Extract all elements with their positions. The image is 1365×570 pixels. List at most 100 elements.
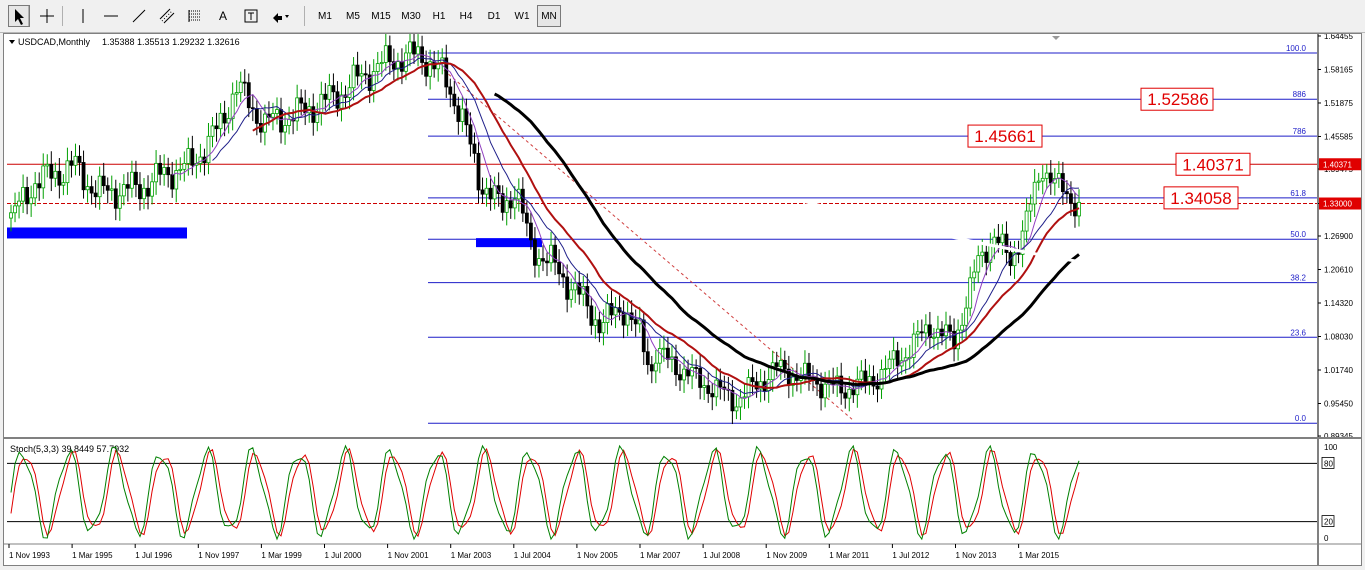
candle-body — [1036, 180, 1041, 183]
chart-ohlc-values: 1.35388 1.35513 1.29232 1.32616 — [102, 37, 240, 47]
candle-body — [186, 148, 191, 164]
candle-body — [130, 171, 134, 189]
equidistant-channel-tool[interactable] — [156, 5, 178, 27]
trendline-icon — [132, 9, 146, 23]
moving-average-white — [801, 199, 1083, 264]
candle-body — [1024, 210, 1029, 232]
timeframe-label: H1 — [432, 10, 446, 22]
candle-body — [819, 383, 823, 399]
candle-body — [97, 175, 102, 198]
timeframe-h4[interactable]: H4 — [453, 5, 479, 27]
candle-body — [508, 200, 513, 209]
timeframe-h1[interactable]: H1 — [427, 5, 451, 27]
candle-body — [746, 377, 751, 398]
candle-body — [254, 108, 259, 124]
price-tick-label: 1.51875 — [1324, 99, 1353, 108]
timeframe-d1[interactable]: D1 — [481, 5, 507, 27]
candle-body — [182, 163, 187, 170]
stochastic-panel: Stoch(5,3,3) 39.8449 57.793280201000 — [7, 443, 1338, 543]
chart-area[interactable]: 100.0 886 786 61.8 50.0 38.2 23.6 0.0 1.52586 1.4… — [3, 28, 1362, 566]
price-tag-label: 1.33000 — [1323, 200, 1352, 209]
candle-body — [964, 307, 969, 326]
candle-body — [331, 85, 336, 93]
vertical-line-tool[interactable] — [72, 5, 94, 27]
price-tick-label: 1.64455 — [1324, 34, 1353, 41]
price-tick-label: 1.20610 — [1324, 266, 1353, 275]
text-a-icon: A — [218, 9, 227, 23]
price-annotation-text: 1.40371 — [1182, 155, 1243, 174]
candle-body — [327, 85, 332, 100]
candle-body — [1044, 172, 1049, 179]
candle-body — [13, 205, 17, 214]
arrows-tool[interactable] — [268, 5, 294, 27]
candle-body — [121, 184, 126, 197]
fibonacci-tool[interactable] — [184, 5, 206, 27]
candle-body — [355, 64, 360, 77]
candle-body — [766, 379, 771, 392]
cursor-tool[interactable] — [8, 5, 30, 27]
candle-body — [89, 186, 94, 194]
candle-body — [504, 200, 509, 213]
candle-body — [557, 261, 562, 275]
candle-body — [895, 350, 900, 367]
candle-body — [375, 63, 380, 72]
timeframe-m1[interactable]: M1 — [312, 5, 338, 27]
candle-body — [65, 160, 70, 184]
text-tool[interactable]: A — [212, 5, 234, 27]
time-tick-label: 1 Nov 1997 — [198, 551, 239, 560]
timeframe-m15[interactable]: M15 — [367, 5, 395, 27]
timeframe-m5[interactable]: M5 — [340, 5, 366, 27]
toolbar: A M1 M5 M15 M30 H1 H4 D1 W1 MN — [0, 0, 1365, 33]
text-label-tool[interactable] — [240, 5, 262, 27]
candle-body — [782, 360, 787, 370]
candle-body — [649, 364, 654, 372]
support-zone — [7, 227, 187, 239]
candle-body — [404, 52, 408, 72]
candle-body — [633, 319, 638, 325]
chart-canvas[interactable]: 100.0 886 786 61.8 50.0 38.2 23.6 0.0 1.52586 1.4… — [4, 28, 1361, 565]
candle-body — [335, 91, 340, 109]
time-tick-label: 1 Jul 2008 — [703, 551, 740, 560]
candle-body — [585, 286, 590, 307]
toolbar-separator — [28, 6, 29, 26]
timeframe-label: H4 — [459, 10, 473, 22]
chart-scroll-marker — [1052, 36, 1060, 40]
candle-body — [93, 192, 98, 198]
candle-body — [105, 185, 110, 191]
candle-body — [37, 183, 42, 189]
horizontal-line-icon — [104, 15, 118, 17]
candle-body — [234, 92, 239, 95]
trendline-tool[interactable] — [128, 5, 150, 27]
candle-body — [206, 135, 211, 164]
horizontal-line-tool[interactable] — [100, 5, 122, 27]
candle-body — [936, 328, 940, 338]
candle-body — [468, 124, 473, 145]
crosshair-tool[interactable] — [36, 5, 58, 27]
timeframe-label: D1 — [487, 10, 501, 22]
candle-body — [698, 367, 703, 388]
price-tick-label: 1.58165 — [1324, 65, 1353, 74]
fib-level-label: 786 — [1293, 127, 1307, 136]
candle-body — [359, 73, 364, 77]
candle-body — [714, 379, 719, 398]
candle-body — [33, 183, 38, 199]
candle-body — [500, 193, 505, 213]
timeframe-w1[interactable]: W1 — [509, 5, 535, 27]
candle-body — [682, 368, 686, 381]
price-annotation-text: 1.45661 — [974, 127, 1035, 146]
candle-body — [613, 307, 618, 316]
candle-body — [524, 212, 529, 224]
candle-body — [41, 165, 46, 189]
timeframe-mn[interactable]: MN — [537, 5, 561, 27]
candle-body — [299, 97, 304, 104]
price-tick-label: 0.89345 — [1324, 432, 1353, 441]
candle-body — [666, 347, 670, 360]
candle-body — [351, 64, 356, 89]
timeframe-m30[interactable]: M30 — [397, 5, 425, 27]
candle-body — [488, 187, 493, 200]
channel-icon — [159, 8, 175, 24]
candle-body — [919, 331, 924, 334]
candle-body — [29, 197, 34, 205]
candle-body — [754, 381, 759, 390]
candle-body — [593, 319, 598, 326]
